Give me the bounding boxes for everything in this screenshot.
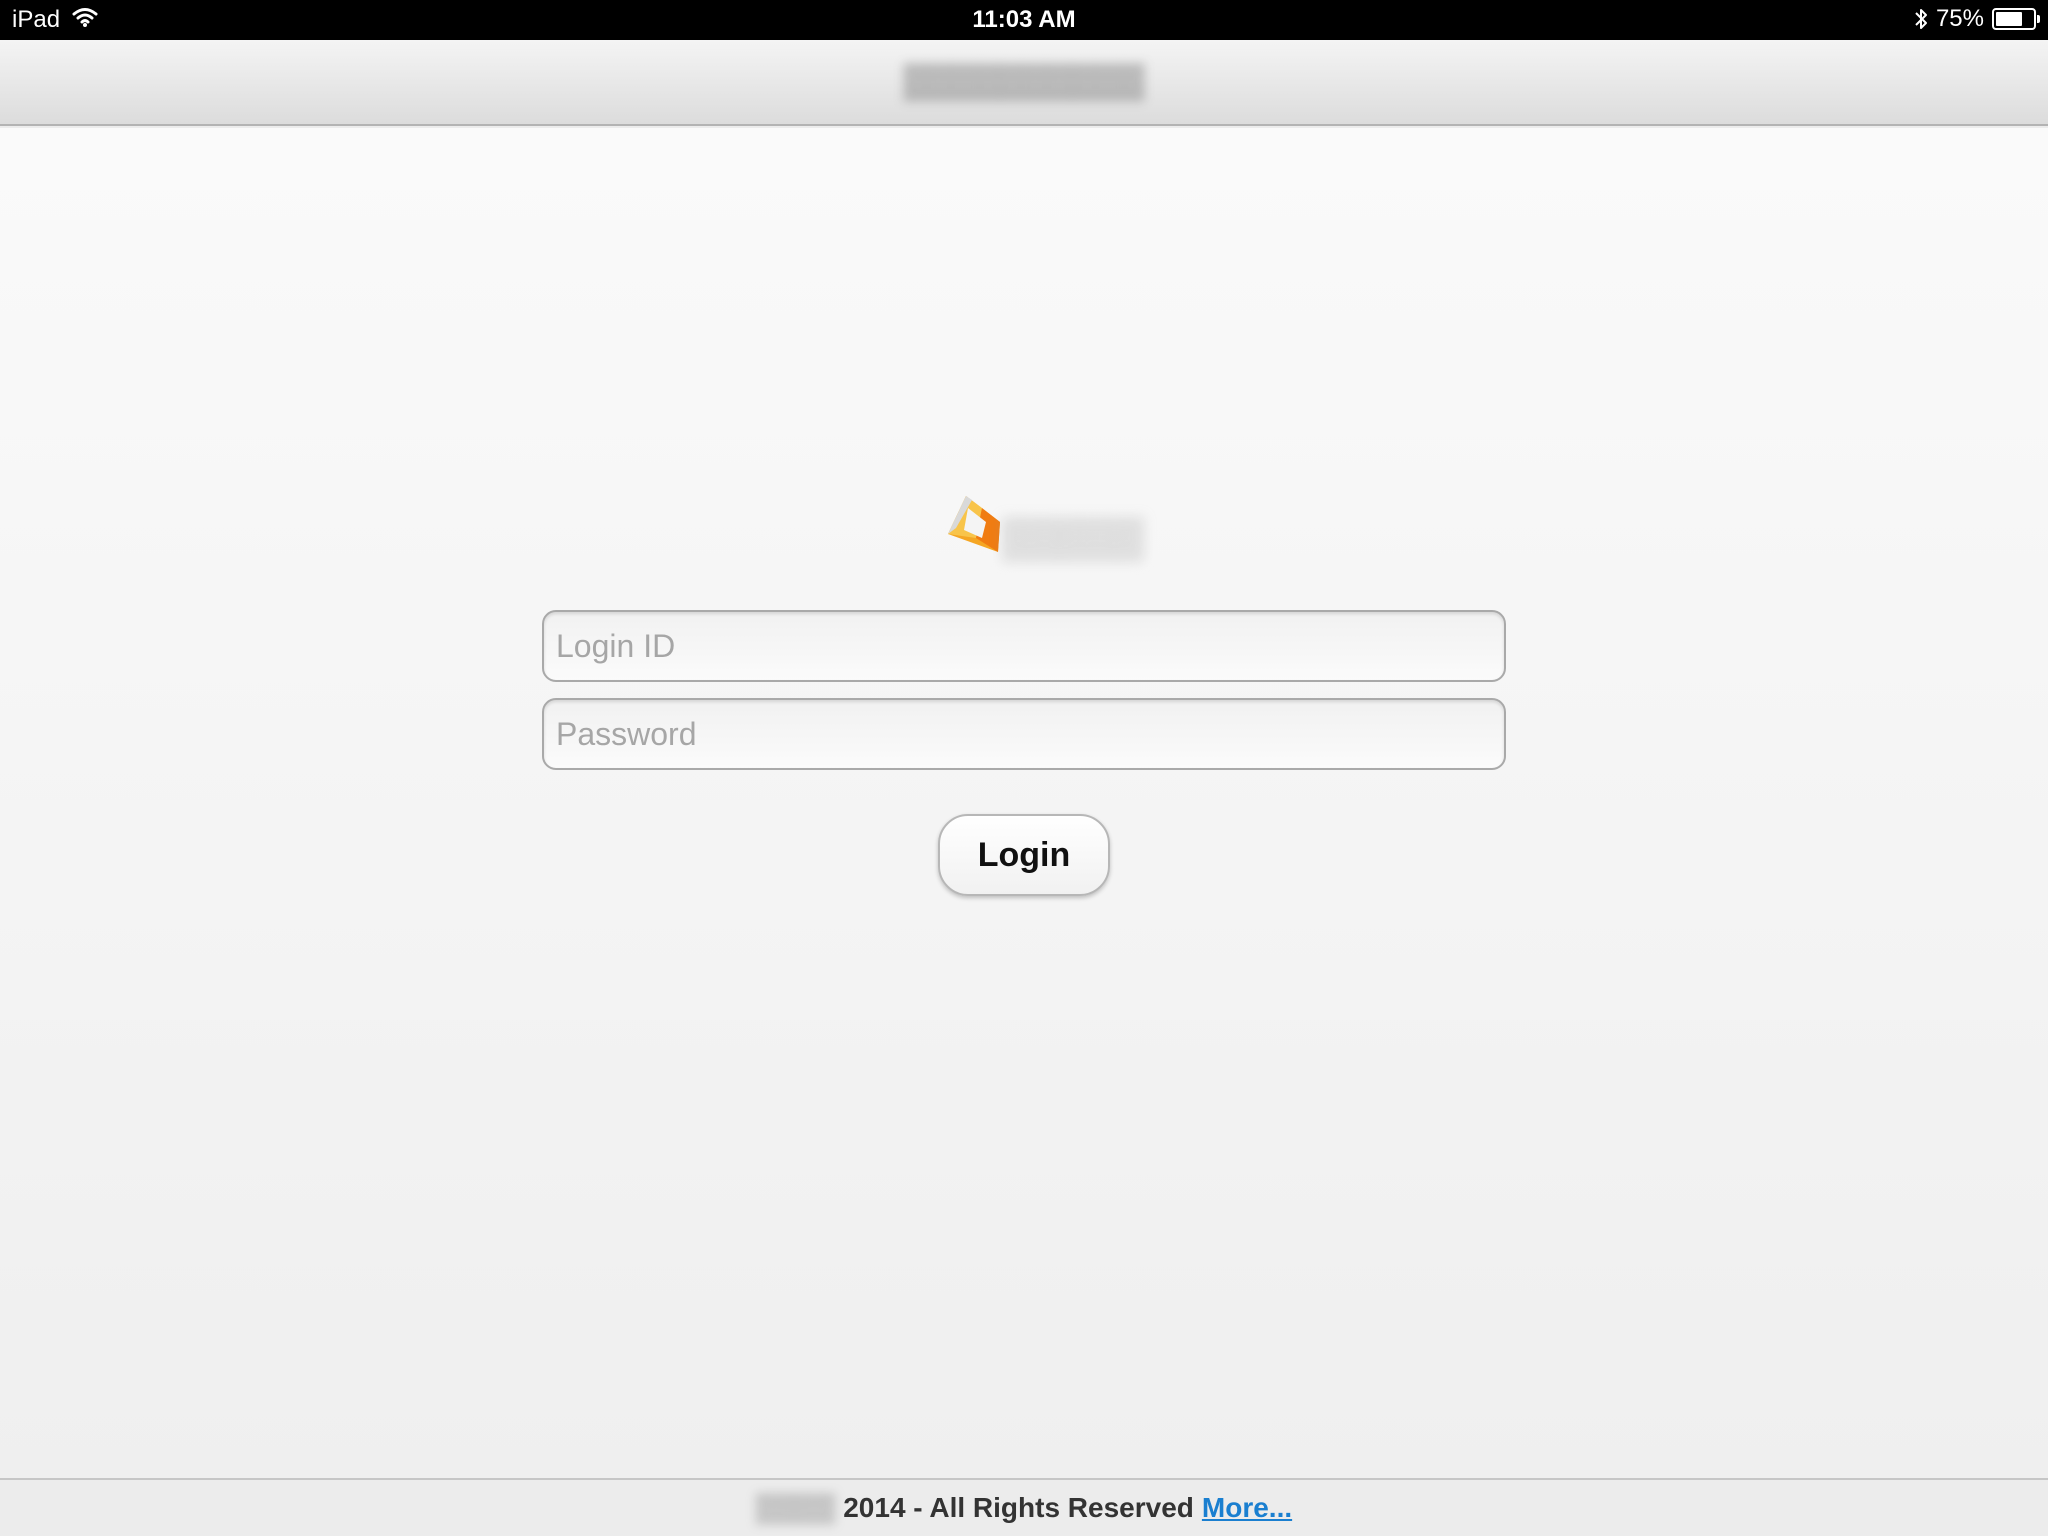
battery-icon [1992,8,2040,30]
nav-title: ▒▒▒▒▒▒▒▒▒▒ [903,62,1145,100]
more-link[interactable]: More... [1202,1492,1292,1524]
login-id-field[interactable] [542,610,1506,682]
status-right: 75% [1914,5,2040,33]
logo-mark-icon [948,496,1000,552]
status-time: 11:03 AM [972,6,1076,33]
battery-level [1996,12,2022,26]
footer: ▒▒▒▒ 2014 - All Rights Reserved More... [0,1478,2048,1536]
login-button[interactable]: Login [938,814,1110,896]
app-logo: ▒▒▒▒▒ [946,494,1182,564]
password-field[interactable] [542,698,1506,770]
navigation-bar: ▒▒▒▒▒▒▒▒▒▒ [0,40,2048,126]
status-bar: iPad 11:03 AM 75% [0,0,2048,40]
logo-text: ▒▒▒▒▒ [1002,516,1144,560]
login-screen: ▒▒▒▒▒ Login [0,128,2048,1478]
copyright-text: 2014 - All Rights Reserved [843,1492,1194,1523]
bluetooth-icon [1914,7,1928,31]
battery-percent: 75% [1935,5,1984,32]
footer-brand: ▒▒▒▒ [755,1492,836,1523]
